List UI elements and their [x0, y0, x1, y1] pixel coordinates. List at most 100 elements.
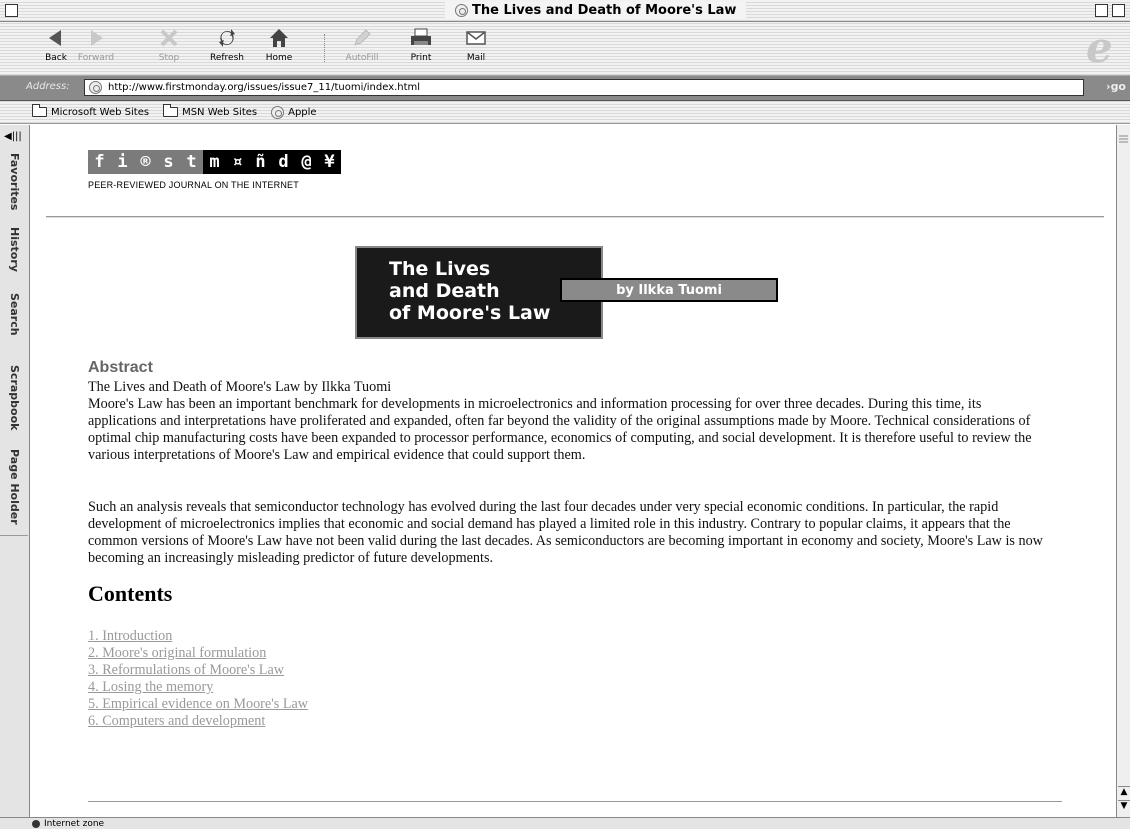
window-title: The Lives and Death of Moore's Law — [445, 2, 747, 19]
favorite-msn-web-sites[interactable]: MSN Web Sites — [163, 104, 258, 118]
forward-arrow-icon — [74, 26, 118, 50]
stop-button[interactable]: Stop — [152, 26, 186, 63]
home-label: Home — [265, 53, 293, 63]
collapse-box[interactable] — [1112, 4, 1125, 17]
tab-label: Scrapbook — [8, 365, 21, 431]
close-box[interactable] — [5, 4, 18, 17]
refresh-label: Refresh — [210, 53, 244, 63]
window-title-bar[interactable]: The Lives and Death of Moore's Law — [0, 0, 1130, 22]
toc-item: 6. Computers and development — [88, 713, 308, 730]
favorites-bar: Microsoft Web Sites MSN Web Sites Apple — [0, 101, 1130, 124]
refresh-button[interactable]: Refresh — [207, 26, 247, 63]
logo-letter: m — [203, 150, 226, 174]
stop-label: Stop — [158, 53, 180, 63]
tab-page-holder[interactable]: Page Holder — [0, 445, 28, 536]
explorer-bar-tabs: ◀||| Favorites History Search Scrapbook … — [0, 125, 30, 817]
toc-link-losing-memory[interactable]: 4. Losing the memory — [88, 679, 213, 695]
address-bar: Address: http://www.firstmonday.org/issu… — [0, 76, 1130, 101]
tab-search[interactable]: Search — [0, 289, 28, 362]
tab-label: Page Holder — [8, 449, 21, 525]
print-button[interactable]: Print — [403, 26, 439, 63]
status-bar: Internet zone — [0, 817, 1130, 829]
banner-title: The Lives and Death of Moore's Law — [389, 258, 550, 324]
globe-icon — [271, 105, 285, 119]
folder-icon — [163, 104, 179, 117]
toolbar-separator — [324, 34, 326, 62]
logo-letter: ñ — [249, 150, 272, 174]
logo-letter: ® — [134, 150, 157, 174]
scrollbar-grip-icon — [1118, 129, 1129, 143]
contents-heading: Contents — [88, 581, 173, 606]
banner-title-line: of Moore's Law — [389, 302, 551, 324]
logo-letter: i — [111, 150, 134, 174]
favorite-label: MSN Web Sites — [182, 106, 258, 118]
autofill-button[interactable]: AutoFill — [340, 26, 384, 63]
tab-scrapbook[interactable]: Scrapbook — [0, 361, 28, 446]
zoom-box[interactable] — [1095, 4, 1108, 17]
abstract-title-line: The Lives and Death of Moore's Law by Il… — [88, 379, 392, 395]
divider — [46, 216, 1104, 218]
toc-item: 2. Moore's original formulation — [88, 645, 308, 662]
tab-label: History — [8, 227, 21, 272]
banner-title-line: and Death — [389, 280, 500, 302]
status-zone: Internet zone — [44, 818, 105, 829]
logo-letter: ¤ — [226, 150, 249, 174]
address-input[interactable]: http://www.firstmonday.org/issues/issue7… — [84, 79, 1084, 96]
go-label: go — [1110, 80, 1126, 93]
explorer-bar-toggle-icon[interactable]: ◀||| — [4, 131, 22, 145]
mail-button[interactable]: Mail — [460, 26, 492, 63]
scroll-up-arrow-icon[interactable]: ▲ — [1118, 786, 1130, 799]
stop-x-icon — [152, 26, 186, 50]
address-url: http://www.firstmonday.org/issues/issue7… — [108, 82, 421, 93]
favorite-apple[interactable]: Apple — [271, 105, 317, 119]
favorite-microsoft-web-sites[interactable]: Microsoft Web Sites — [32, 104, 150, 118]
logo-letter: f — [88, 150, 111, 174]
go-button[interactable]: ›go — [1106, 80, 1126, 93]
mail-label: Mail — [466, 53, 486, 63]
logo-letter: @ — [295, 150, 318, 174]
autofill-label: AutoFill — [345, 53, 379, 63]
home-icon — [262, 26, 296, 50]
back-arrow-icon — [38, 26, 74, 50]
toc-link-computers-development[interactable]: 6. Computers and development — [88, 713, 265, 729]
printer-icon — [403, 26, 439, 50]
page-icon — [455, 4, 468, 17]
vertical-scrollbar[interactable]: ▲ ▼ — [1116, 125, 1130, 817]
toc-link-empirical-evidence[interactable]: 5. Empirical evidence on Moore's Law — [88, 696, 308, 712]
home-button[interactable]: Home — [262, 26, 296, 63]
toc-link-introduction[interactable]: 1. Introduction — [88, 628, 172, 644]
autofill-pen-icon — [340, 26, 384, 50]
logo-letter: d — [272, 150, 295, 174]
favorite-label: Microsoft Web Sites — [51, 106, 150, 118]
tab-history[interactable]: History — [0, 223, 28, 290]
toc-link-reformulations[interactable]: 3. Reformulations of Moore's Law — [88, 662, 284, 678]
abstract-heading: Abstract — [88, 359, 153, 376]
toc-item: 1. Introduction — [88, 628, 308, 645]
folder-icon — [32, 104, 47, 117]
abstract-paragraph-2: Such an analysis reveals that semiconduc… — [88, 499, 1043, 566]
address-label: Address: — [26, 81, 70, 92]
toolbar: Back Forward Stop Refresh Home AutoFill — [0, 22, 1130, 76]
table-of-contents: 1. Introduction 2. Moore's original form… — [88, 628, 308, 730]
tab-label: Favorites — [8, 153, 21, 211]
banner-title-line: The Lives — [389, 258, 491, 280]
internet-zone-icon — [32, 819, 40, 828]
mail-envelope-icon — [460, 26, 492, 50]
forward-button[interactable]: Forward — [74, 26, 118, 63]
page-globe-icon — [89, 81, 102, 94]
toc-link-original-formulation[interactable]: 2. Moore's original formulation — [88, 645, 266, 661]
favorite-label: Apple — [288, 106, 317, 118]
scroll-down-arrow-icon[interactable]: ▼ — [1118, 800, 1130, 813]
journal-tagline: PEER-REVIEWED JOURNAL ON THE INTERNET — [88, 180, 299, 190]
back-label: Back — [45, 53, 67, 63]
tab-favorites[interactable]: Favorites — [0, 149, 28, 224]
abstract-paragraph-1: Moore's Law has been an important benchm… — [88, 396, 1032, 463]
back-button[interactable]: Back — [38, 26, 74, 63]
toc-item: 5. Empirical evidence on Moore's Law — [88, 696, 308, 713]
divider — [88, 801, 1062, 802]
print-label: Print — [410, 53, 432, 63]
window-title-text: The Lives and Death of Moore's Law — [472, 3, 737, 18]
refresh-icon — [207, 26, 247, 50]
first-monday-logo[interactable]: f i ® s t m ¤ ñ d @ ¥ — [88, 150, 341, 174]
forward-label: Forward — [77, 53, 115, 63]
